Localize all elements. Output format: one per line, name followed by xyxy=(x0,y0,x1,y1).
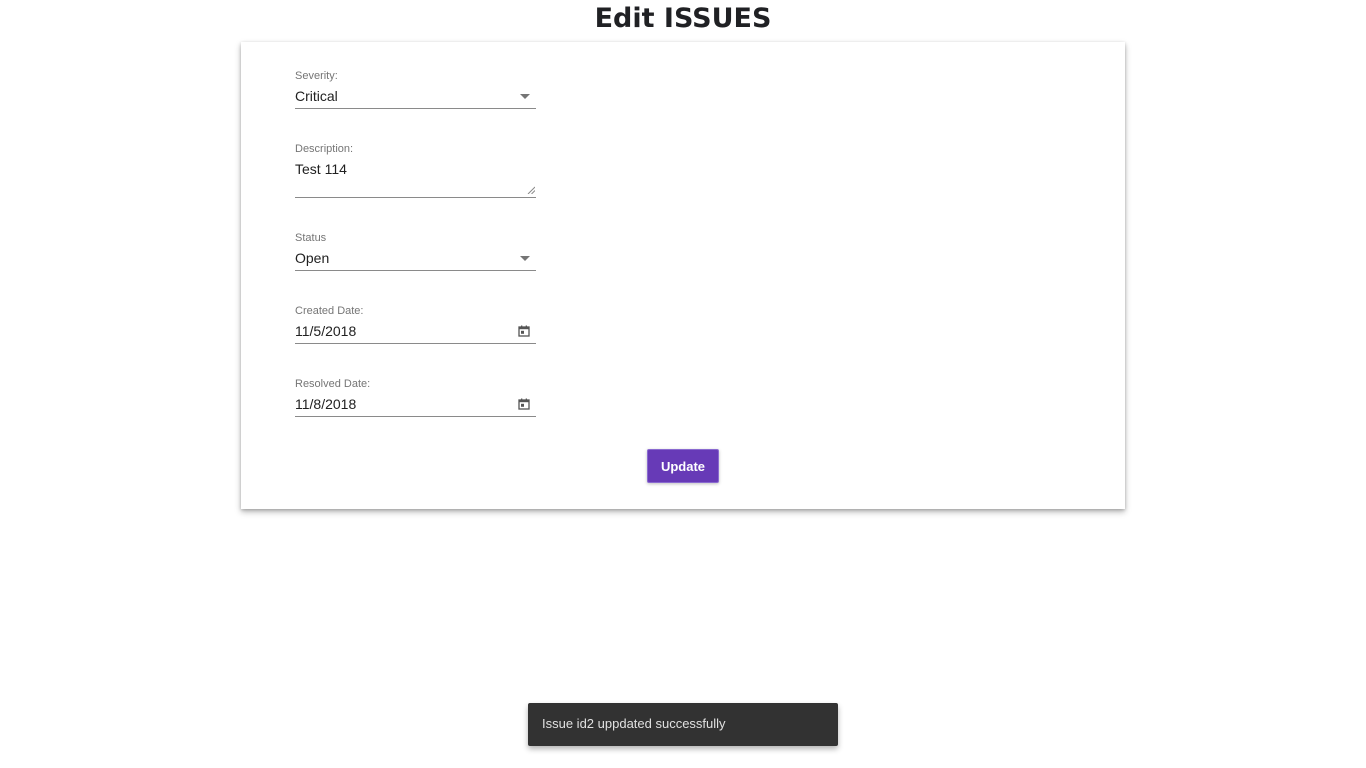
created-date-input[interactable]: 11/5/2018 xyxy=(295,318,536,344)
resolved-date-value: 11/8/2018 xyxy=(295,396,357,412)
severity-value: Critical xyxy=(295,88,338,104)
severity-field: Severity: Critical xyxy=(295,69,536,109)
description-value: Test 114 xyxy=(295,161,347,177)
severity-select[interactable]: Critical xyxy=(295,83,536,109)
dropdown-caret-icon[interactable] xyxy=(520,256,530,261)
snackbar: Issue id2 uppdated successfully xyxy=(528,703,838,746)
resolved-date-input[interactable]: 11/8/2018 xyxy=(295,391,536,417)
created-date-field: Created Date: 11/5/2018 xyxy=(295,304,536,344)
severity-label: Severity: xyxy=(295,70,338,82)
created-date-value: 11/5/2018 xyxy=(295,323,357,339)
edit-issue-card: Severity: Critical Description: Test 114… xyxy=(241,42,1125,509)
dropdown-caret-icon[interactable] xyxy=(520,94,530,99)
update-button[interactable]: Update xyxy=(647,449,719,483)
snackbar-message: Issue id2 uppdated successfully xyxy=(542,716,726,731)
status-label: Status xyxy=(295,232,327,244)
resolved-date-label: Resolved Date: xyxy=(295,378,371,390)
resize-handle-icon[interactable] xyxy=(527,186,535,194)
status-select[interactable]: Open xyxy=(295,245,536,271)
created-date-label: Created Date: xyxy=(295,305,364,317)
resolved-date-field: Resolved Date: 11/8/2018 xyxy=(295,377,536,417)
description-label: Description: xyxy=(295,143,354,155)
calendar-icon[interactable] xyxy=(518,398,530,410)
description-field: Description: Test 114 xyxy=(295,142,536,198)
description-textarea[interactable]: Test 114 xyxy=(295,156,536,198)
page-title: Edit ISSUES xyxy=(594,3,772,34)
calendar-icon[interactable] xyxy=(518,325,530,337)
status-field: Status Open xyxy=(295,231,536,271)
status-value: Open xyxy=(295,250,330,266)
